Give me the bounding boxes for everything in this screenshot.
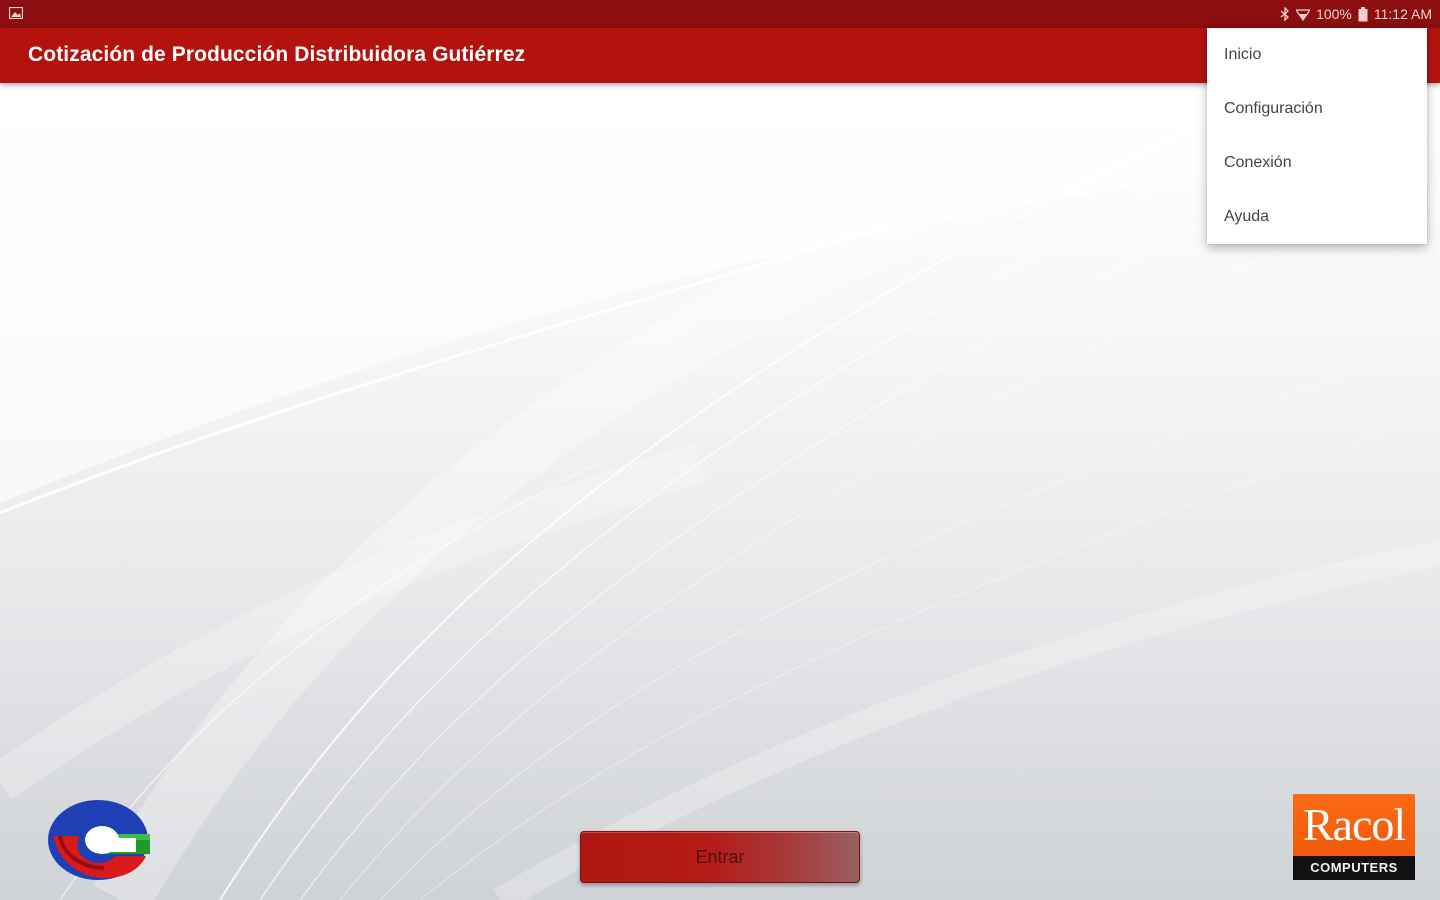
image-icon (9, 7, 23, 19)
cg-logo (48, 800, 150, 880)
enter-button[interactable]: Entrar (580, 831, 860, 883)
enter-button-label: Entrar (695, 846, 745, 867)
racol-logo-name: Racol (1293, 794, 1415, 856)
status-bar: 100% 11:12 AM (0, 0, 1440, 28)
menu-item-ayuda[interactable]: Ayuda (1207, 190, 1427, 244)
menu-item-configuracion[interactable]: Configuración (1207, 82, 1427, 136)
battery-icon (1358, 6, 1368, 21)
status-time: 11:12 AM (1373, 6, 1432, 22)
page-title: Cotización de Producción Distribuidora G… (28, 43, 526, 66)
wifi-icon (1296, 9, 1311, 21)
status-indicators: 100% 11:12 AM (1280, 5, 1432, 23)
bluetooth-icon (1280, 7, 1290, 21)
racol-logo: Racol COMPUTERS (1293, 794, 1415, 880)
battery-percent: 100% (1316, 6, 1352, 22)
menu-item-conexion[interactable]: Conexión (1207, 136, 1427, 190)
overflow-menu: Inicio Configuración Conexión Ayuda (1207, 28, 1427, 244)
menu-item-inicio[interactable]: Inicio (1207, 28, 1427, 82)
racol-logo-subtitle: COMPUTERS (1293, 856, 1415, 880)
